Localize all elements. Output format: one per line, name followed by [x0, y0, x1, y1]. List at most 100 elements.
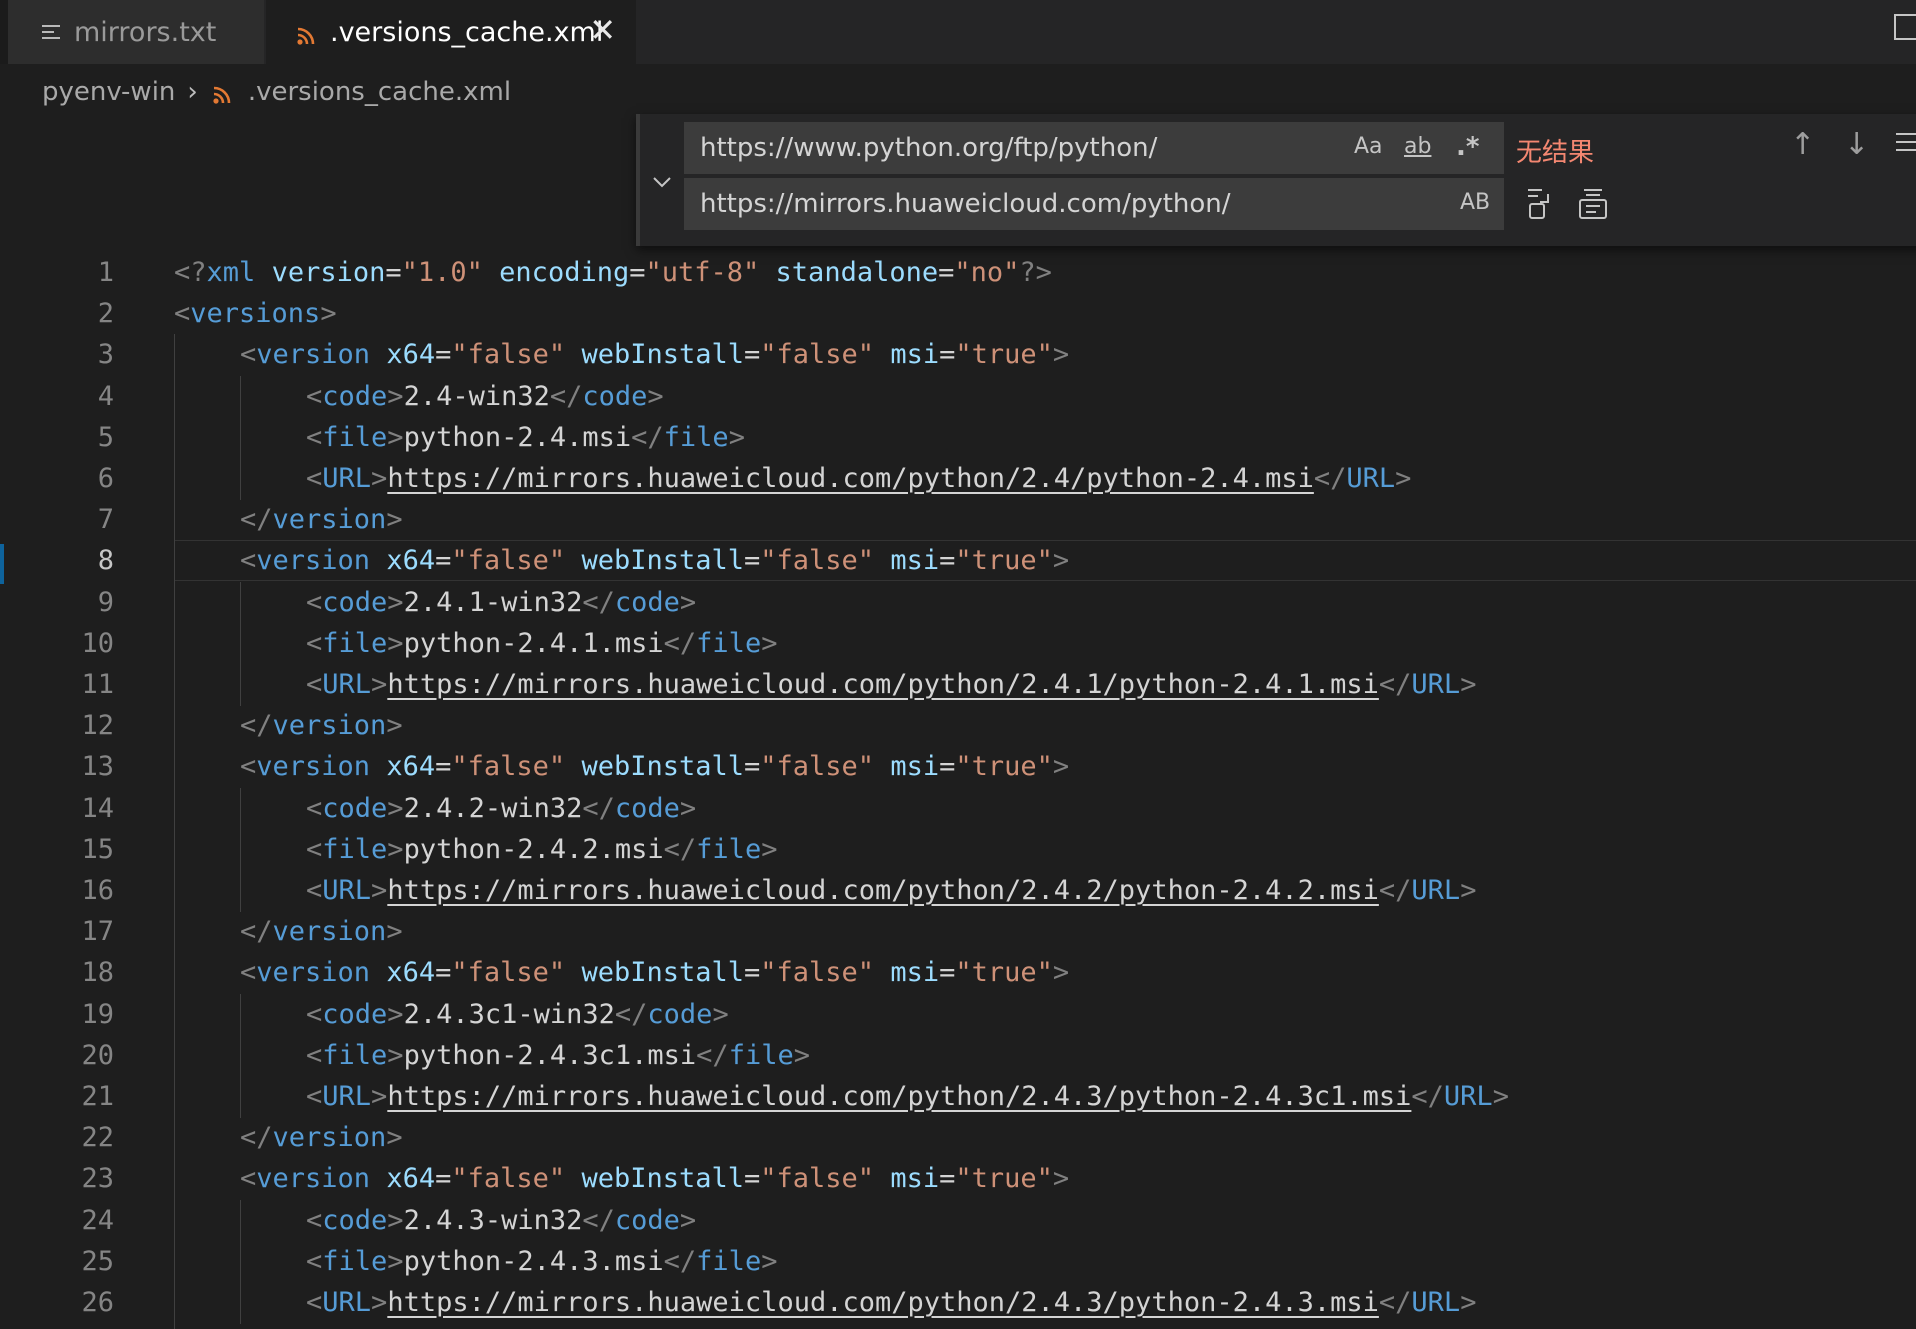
code-line[interactable]: 12 </version>: [0, 705, 1916, 748]
code-content: <version x64="false" webInstall="false" …: [240, 334, 1069, 375]
punctuation: >: [386, 710, 403, 742]
tab-mirrors-txt[interactable]: mirrors.txt: [8, 0, 264, 64]
punctuation: >: [387, 998, 404, 1030]
indent-guide: [240, 458, 241, 501]
whole-word-icon[interactable]: ab: [1404, 132, 1431, 162]
tag-name: code: [582, 380, 648, 412]
regex-icon[interactable]: .*: [1456, 132, 1479, 162]
attribute-value: "false": [451, 339, 566, 371]
code-line[interactable]: 15 <file>python-2.4.2.msi</file>: [0, 828, 1916, 871]
indent-guide: [240, 664, 241, 707]
code-line[interactable]: 23 <version x64="false" webInstall="false…: [0, 1158, 1916, 1201]
code-line[interactable]: 27 </version>: [0, 1323, 1916, 1329]
code-line[interactable]: 16 <URL>https://mirrors.huaweicloud.com/p…: [0, 870, 1916, 913]
chevron-down-icon[interactable]: [650, 170, 678, 198]
code-line[interactable]: 8 <version x64="false" webInstall="false"…: [0, 540, 1916, 585]
breadcrumb-folder[interactable]: pyenv-win: [42, 77, 175, 107]
code-content: <file>python-2.4.2.msi</file>: [306, 829, 777, 870]
find-input[interactable]: [684, 122, 1324, 174]
url-link[interactable]: https://mirrors.huaweicloud.com/python/2…: [387, 1287, 1379, 1318]
tag-name: version: [256, 1163, 371, 1195]
match-case-icon[interactable]: Aa: [1354, 132, 1383, 162]
line-number: 2: [97, 298, 114, 330]
replace-icon[interactable]: [1520, 186, 1556, 222]
url-link[interactable]: https://mirrors.huaweicloud.com/python/2…: [387, 875, 1379, 906]
punctuation: <: [306, 1081, 323, 1112]
tab-versions-cache-xml[interactable]: .versions_cache.xml ✕: [266, 0, 636, 64]
code-line[interactable]: 9 <code>2.4.1-win32</code>: [0, 581, 1916, 624]
attribute-value: "true": [955, 751, 1053, 783]
preserve-case-icon[interactable]: AB: [1460, 188, 1490, 218]
punctuation: >: [387, 833, 404, 865]
replace-input[interactable]: [684, 178, 1324, 230]
code-line[interactable]: 21 <URL>https://mirrors.huaweicloud.com/p…: [0, 1076, 1916, 1119]
text-content: [874, 339, 890, 370]
line-number: 3: [97, 339, 114, 371]
code-content: <code>2.4.3-win32</code>: [306, 1200, 696, 1241]
code-line[interactable]: 14 <code>2.4.2-win32</code>: [0, 787, 1916, 830]
punctuation: >: [1460, 1287, 1477, 1318]
code-line[interactable]: 19 <code>2.4.3c1-win32</code>: [0, 993, 1916, 1036]
code-line[interactable]: 6 <URL>https://mirrors.huaweicloud.com/py…: [0, 458, 1916, 501]
code-line[interactable]: 13 <version x64="false" webInstall="false…: [0, 746, 1916, 789]
editor[interactable]: 1 <?xml version="1.0" encoding="utf-8" st…: [0, 248, 1916, 1329]
punctuation: >: [371, 1081, 388, 1112]
breadcrumb-file[interactable]: .versions_cache.xml: [248, 77, 511, 107]
split-editor-icon[interactable]: [1894, 14, 1916, 40]
punctuation: >: [728, 421, 745, 453]
code-content: </version>: [240, 705, 403, 746]
tag-name: file: [322, 421, 388, 453]
punctuation: >: [1052, 957, 1070, 989]
previous-match-icon[interactable]: ↑: [1790, 130, 1815, 160]
tag-name: code: [322, 1204, 388, 1236]
code-line[interactable]: 26 <URL>https://mirrors.huaweicloud.com/p…: [0, 1282, 1916, 1325]
indent-guide: [174, 870, 175, 913]
url-link[interactable]: https://mirrors.huaweicloud.com/python/2…: [387, 1081, 1411, 1112]
attribute-name: encoding: [499, 257, 630, 288]
punctuation: >: [1052, 545, 1070, 577]
punctuation: </: [1378, 1287, 1412, 1318]
punctuation: </: [614, 998, 648, 1030]
indent-guide: [240, 1282, 241, 1325]
code-content: <?xml version="1.0" encoding="utf-8" sta…: [174, 252, 1052, 293]
code-line[interactable]: 22 </version>: [0, 1117, 1916, 1160]
punctuation: >: [387, 1204, 404, 1236]
code-content: <URL>https://mirrors.huaweicloud.com/pyt…: [306, 1076, 1509, 1117]
code-line[interactable]: 11 <URL>https://mirrors.huaweicloud.com/p…: [0, 664, 1916, 707]
code-line[interactable]: 3 <version x64="false" webInstall="false"…: [0, 334, 1916, 377]
replace-field: AB: [684, 178, 1504, 230]
url-link[interactable]: https://mirrors.huaweicloud.com/python/2…: [387, 669, 1379, 700]
code-line[interactable]: 17 </version>: [0, 911, 1916, 954]
indent-guide: [240, 1199, 241, 1242]
tag-name: version: [256, 545, 371, 577]
text-content: [565, 1163, 581, 1194]
code-line[interactable]: 7 </version>: [0, 499, 1916, 542]
code-line[interactable]: 10 <file>python-2.4.1.msi</file>: [0, 622, 1916, 665]
attribute-value: "true": [955, 339, 1053, 371]
replace-all-icon[interactable]: [1572, 186, 1608, 222]
code-line[interactable]: 1 <?xml version="1.0" encoding="utf-8" st…: [0, 252, 1916, 293]
next-match-icon[interactable]: ↓: [1844, 130, 1869, 160]
find-in-selection-icon[interactable]: [1894, 130, 1916, 162]
punctuation: >: [1492, 1081, 1509, 1112]
code-line[interactable]: 18 <version x64="false" webInstall="false…: [0, 952, 1916, 995]
code-line[interactable]: 25 <file>python-2.4.3.msi</file>: [0, 1240, 1916, 1283]
tag-name: code: [647, 998, 713, 1030]
url-link[interactable]: https://mirrors.huaweicloud.com/python/2…: [387, 463, 1314, 494]
tag-name: file: [322, 833, 388, 865]
text-content: [370, 339, 386, 370]
code-line[interactable]: 20 <file>python-2.4.3c1.msi</file>: [0, 1034, 1916, 1077]
code-line[interactable]: 4 <code>2.4-win32</code>: [0, 375, 1916, 418]
code-content: </version>: [240, 911, 403, 952]
code-line[interactable]: 2 <versions>: [0, 293, 1916, 334]
close-icon[interactable]: ✕: [589, 12, 616, 48]
code-line[interactable]: 24 <code>2.4.3-win32</code>: [0, 1199, 1916, 1242]
punctuation: >: [386, 1122, 403, 1154]
text-content: [255, 257, 271, 288]
tag-name: URL: [322, 1081, 372, 1112]
attribute-value: "1.0": [401, 257, 483, 288]
code-line[interactable]: 5 <file>python-2.4.msi</file>: [0, 416, 1916, 459]
tag-name: file: [663, 421, 729, 453]
text-content: [874, 1163, 890, 1194]
punctuation: >: [371, 463, 388, 494]
